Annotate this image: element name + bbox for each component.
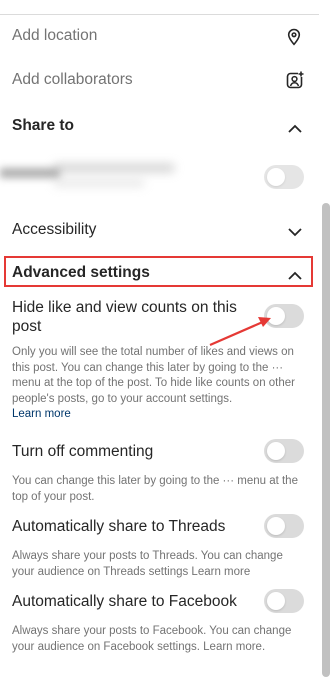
scrollbar-thumb[interactable] <box>322 203 330 677</box>
add-collaborators-row[interactable]: Add collaborators <box>12 71 304 95</box>
share-to-label: Share to <box>12 117 75 134</box>
commenting-toggle[interactable] <box>264 439 304 463</box>
commenting-description: You can change this later by going to th… <box>12 475 298 503</box>
advanced-settings-label: Advanced settings <box>12 264 150 281</box>
toggle-knob <box>267 168 285 186</box>
share-to-header[interactable]: Share to <box>12 117 304 141</box>
toggle-knob <box>267 517 285 535</box>
chevron-up-icon <box>288 120 302 138</box>
add-location-row[interactable]: Add location <box>12 27 304 51</box>
share-account-toggle[interactable] <box>264 165 304 189</box>
threads-label: Automatically share to Threads <box>12 518 226 535</box>
toggle-knob <box>267 592 285 610</box>
blurred-account-sub <box>54 180 144 186</box>
facebook-toggle[interactable] <box>264 589 304 613</box>
threads-toggle[interactable] <box>264 514 304 538</box>
add-person-icon <box>286 71 304 94</box>
learn-more-link[interactable]: Learn more <box>12 408 71 420</box>
hide-counts-description: Only you will see the total number of li… <box>12 346 296 420</box>
blurred-account-row <box>0 150 305 200</box>
facebook-label: Automatically share to Facebook <box>12 593 237 610</box>
add-location-label: Add location <box>12 27 98 44</box>
add-collaborators-label: Add collaborators <box>12 71 133 88</box>
annotation-arrow <box>209 317 271 347</box>
accessibility-label: Accessibility <box>12 221 97 238</box>
blurred-account-name <box>54 164 174 172</box>
toggle-knob <box>267 442 285 460</box>
top-divider <box>0 14 319 15</box>
blurred-avatar-edge <box>0 168 60 178</box>
commenting-label: Turn off commenting <box>12 443 154 460</box>
facebook-description: Always share your posts to Facebook. You… <box>12 625 292 653</box>
threads-description: Always share your posts to Threads. You … <box>12 550 283 578</box>
chevron-up-icon <box>288 267 302 285</box>
chevron-down-icon <box>288 224 302 242</box>
accessibility-header[interactable]: Accessibility <box>12 221 304 245</box>
location-pin-icon <box>286 28 302 51</box>
advanced-settings-header[interactable]: Advanced settings <box>12 264 304 288</box>
